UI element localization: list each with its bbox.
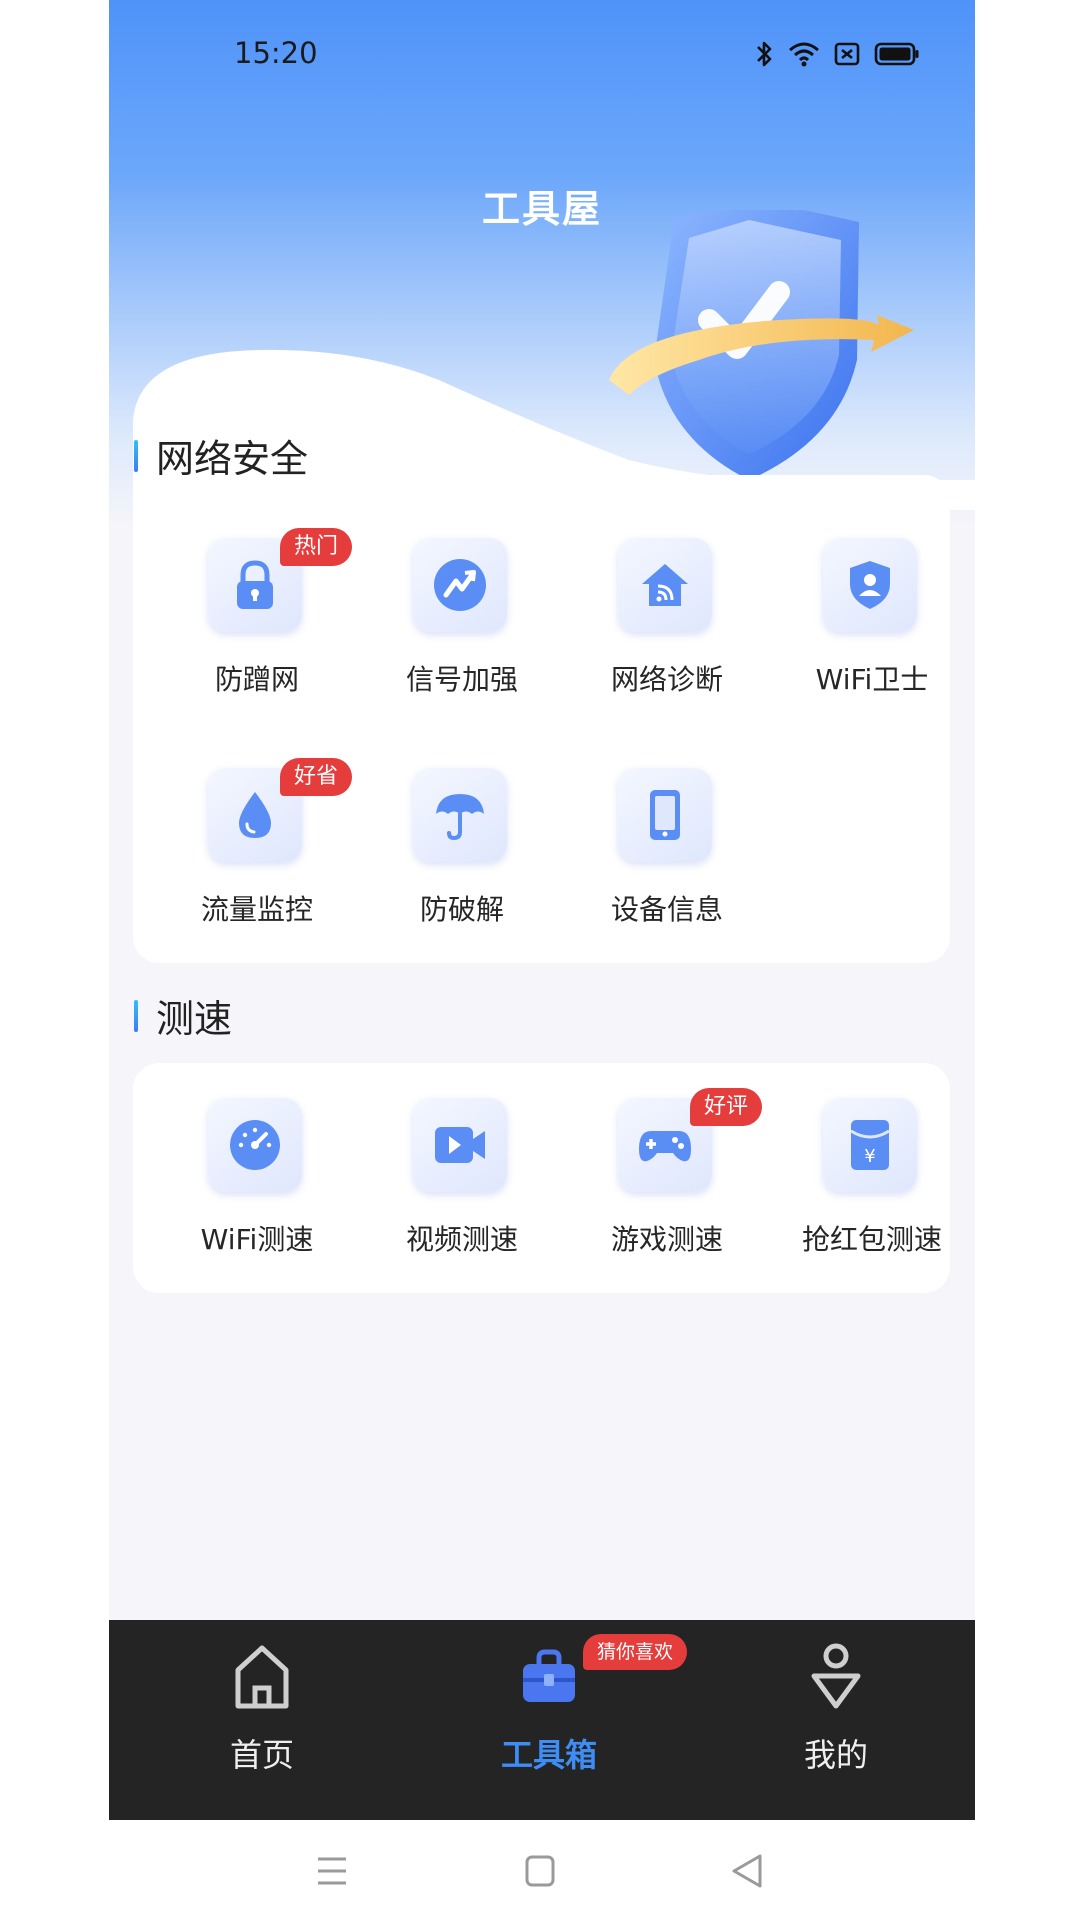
video-camera-icon xyxy=(435,1127,485,1163)
back-triangle-icon[interactable] xyxy=(718,1848,778,1894)
wifi-guard-shield-icon xyxy=(850,561,890,609)
tool-wifi-speed[interactable]: WiFi测速 xyxy=(157,1098,357,1278)
tool-red-packet-speed[interactable]: ¥ 抢红包测速 xyxy=(772,1098,972,1278)
svg-text:¥: ¥ xyxy=(864,1146,875,1167)
badge-guess-you-like: 猜你喜欢 xyxy=(583,1634,688,1670)
tool-signal-boost[interactable]: 信号加强 xyxy=(362,538,562,718)
tool-label: 抢红包测速 xyxy=(801,1223,942,1256)
tool-icon-box: ¥ xyxy=(823,1098,917,1192)
tab-label: 我的 xyxy=(803,1736,868,1774)
tool-video-speed[interactable]: 视频测速 xyxy=(362,1098,562,1278)
bluetooth-icon xyxy=(757,41,772,67)
tool-icon-box xyxy=(413,538,507,632)
signal-boost-icon xyxy=(434,559,486,611)
tool-traffic-monitor[interactable]: 好省 流量监控 xyxy=(157,758,357,948)
section-accent-bar xyxy=(134,999,138,1032)
tool-label: 防破解 xyxy=(419,893,504,926)
menu-icon[interactable] xyxy=(302,1848,362,1894)
section-accent-bar xyxy=(134,439,138,472)
tool-label: 网络诊断 xyxy=(610,663,723,696)
bottom-tab-bar: 首页 工具箱 猜你喜欢 我的 xyxy=(109,1620,975,1820)
system-nav-bar xyxy=(0,1820,1080,1920)
app-screen: 15:20 工具屋 网络安全 热门 防蹭网 信号加强 网络诊断 WiFi卫士 好… xyxy=(109,0,975,1820)
tab-home[interactable]: 首页 xyxy=(162,1620,362,1820)
section-speed-test-title: 测速 xyxy=(134,988,232,1043)
status-time: 15:20 xyxy=(234,36,318,70)
tool-icon-box xyxy=(618,538,712,632)
umbrella-icon xyxy=(436,794,484,841)
home-square-icon[interactable] xyxy=(510,1848,570,1894)
tool-label: 设备信息 xyxy=(610,893,723,926)
tool-icon-box xyxy=(823,538,917,632)
badge-hot: 热门 xyxy=(280,528,353,566)
tool-game-speed[interactable]: 好评 游戏测速 xyxy=(567,1088,767,1278)
red-packet-icon: ¥ xyxy=(850,1120,890,1170)
tool-icon-box xyxy=(208,1098,302,1192)
tool-label: WiFi测速 xyxy=(200,1223,314,1256)
tool-icon-box xyxy=(413,768,507,862)
section-title-text: 测速 xyxy=(156,997,233,1041)
toolbox-icon xyxy=(523,1649,575,1702)
tool-network-diagnosis[interactable]: 网络诊断 xyxy=(567,538,767,718)
tab-profile[interactable]: 我的 xyxy=(736,1620,936,1820)
tab-label: 首页 xyxy=(229,1736,294,1774)
tool-icon-box xyxy=(413,1098,507,1192)
badge-save: 好省 xyxy=(280,758,353,796)
gamepad-icon xyxy=(639,1131,691,1162)
phone-device-icon xyxy=(650,790,680,840)
water-drop-icon xyxy=(239,792,271,838)
tool-anti-crack[interactable]: 防破解 xyxy=(362,768,562,948)
badge-good-review: 好评 xyxy=(690,1088,763,1126)
home-network-icon xyxy=(642,564,688,606)
tool-label: 防蹭网 xyxy=(214,663,299,696)
lock-icon xyxy=(237,560,273,609)
tool-device-info[interactable]: 设备信息 xyxy=(567,768,767,948)
tool-label: 流量监控 xyxy=(200,893,313,926)
network-security-card: 热门 防蹭网 信号加强 网络诊断 WiFi卫士 好省 流量监控 防破解 设备信息 xyxy=(133,475,950,963)
tool-anti-freeload[interactable]: 热门 防蹭网 xyxy=(157,528,357,718)
tool-label: WiFi卫士 xyxy=(815,663,929,696)
tool-label: 信号加强 xyxy=(405,663,518,696)
home-icon xyxy=(235,1645,289,1709)
status-bar: 15:20 xyxy=(109,0,975,108)
profile-icon xyxy=(811,1643,861,1709)
tool-label: 视频测速 xyxy=(405,1223,518,1256)
speed-test-card: WiFi测速 视频测速 好评 游戏测速 ¥ 抢红包测速 xyxy=(133,1063,950,1293)
tool-wifi-guard[interactable]: WiFi卫士 xyxy=(772,538,972,718)
battery-icon xyxy=(874,42,919,66)
tool-icon-box xyxy=(618,768,712,862)
tool-label: 游戏测速 xyxy=(610,1223,723,1256)
wifi-icon xyxy=(789,42,819,67)
sim-off-icon xyxy=(834,42,860,66)
tab-label: 工具箱 xyxy=(500,1736,597,1774)
speedometer-icon xyxy=(230,1120,280,1170)
